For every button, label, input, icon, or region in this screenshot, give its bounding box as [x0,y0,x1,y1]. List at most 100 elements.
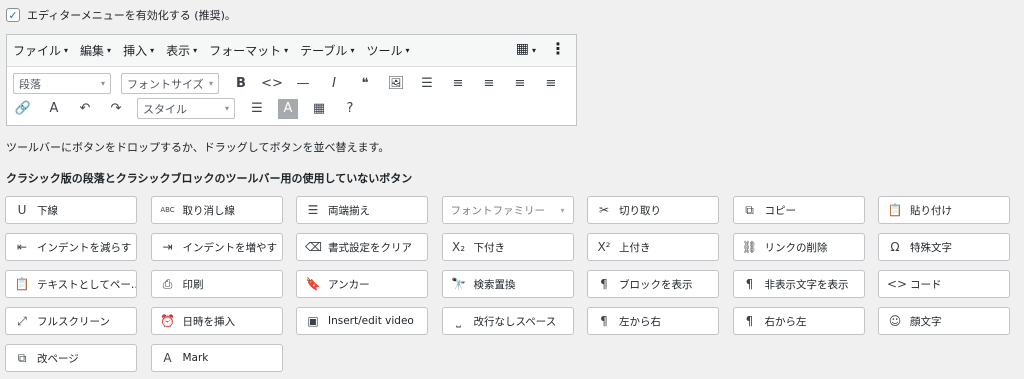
help-text: ツールバーにボタンをドロップするか、ドラッグしてボタンを並べ替えます。 [6,141,390,154]
ltr-button[interactable]: ¶ 左から右 [587,307,719,335]
horizontal-line-icon[interactable]: — [293,74,313,94]
anchor-button[interactable]: 🔖 アンカー [296,270,428,298]
button-label: 書式設定をクリア [328,241,412,254]
redo-icon[interactable]: ↷ [106,99,126,119]
outdent-button[interactable]: ⇤ インデントを減らす [5,233,137,261]
video-icon: ▣ [307,314,319,328]
menu-tools[interactable]: ツール ▾ [366,42,409,59]
rtl-icon: ¶ [745,314,754,328]
editor-menu-option[interactable]: ✓ エディターメニューを有効化する (推奨)。 [6,7,236,23]
unlink-button[interactable]: ⛓ リンクの削除 [732,233,865,261]
align-left-icon[interactable]: ≡ [479,74,499,94]
blockquote-icon[interactable]: ❝ [355,74,375,94]
show-invisibles-button[interactable]: ¶ 非表示文字を表示 [732,270,865,298]
code-icon[interactable]: <> [261,74,283,94]
align-center-icon[interactable]: ≡ [510,74,530,94]
menu-insert[interactable]: 挿入 ▾ [123,42,154,59]
fullscreen-button[interactable]: ⤢ フルスクリーン [5,307,137,335]
button-label: リンクの削除 [764,241,828,254]
paste-button[interactable]: 📋 貼り付け [878,196,1010,224]
button-label: ブロックを表示 [619,278,693,291]
menu-view[interactable]: 表示 ▾ [166,42,197,59]
menu-label: 表示 [166,44,191,58]
nonbreaking-space-button[interactable]: ⎵ 改行なしスペース [441,307,574,335]
print-button[interactable]: ⎙ 印刷 [150,270,283,298]
button-label: インデントを減らす [37,241,132,254]
button-label: フルスクリーン [37,315,110,328]
underline-button[interactable]: U 下線 [5,196,137,224]
chevron-down-icon: ▾ [350,46,355,55]
editor-preview: ファイル ▾ 編集 ▾ 挿入 ▾ 表示 ▾ フォーマット ▾ テーブル ▾ ツール ▾ ▦ ▾ ⋮ 段落 ▾ … [6,34,577,126]
insert-video-button[interactable]: ▣ Insert/edit video [296,307,428,335]
check-icon: ✓ [8,8,18,22]
subscript-button[interactable]: X₂ 下付き [441,233,574,261]
strikethrough-button[interactable]: ABC 取り消し線 [150,196,283,224]
chevron-down-icon: ▾ [208,79,213,88]
unlink-icon: ⛓ [741,240,758,254]
menu-format[interactable]: フォーマット ▾ [209,42,288,59]
insert-datetime-button[interactable]: ⏰ 日時を挿入 [150,307,283,335]
undo-icon[interactable]: ↶ [75,99,95,119]
style-select[interactable]: スタイル ▾ [137,98,235,119]
indent-button[interactable]: ⇥ インデントを増やす [150,233,283,261]
subscript-icon: X₂ [451,240,466,254]
rtl-button[interactable]: ¶ 右から左 [732,307,865,335]
table-menu-icon[interactable]: ▦ ▾ [516,41,536,57]
code-button[interactable]: <> コード [878,270,1010,298]
outdent-icon: ⇤ [16,240,28,254]
link-icon[interactable]: 🔗 [13,99,33,119]
numbered-list-icon[interactable]: ≡ [448,74,468,94]
button-label: 下付き [473,241,506,254]
cut-button[interactable]: ✂ 切り取り [587,196,719,224]
menu-edit[interactable]: 編集 ▾ [80,42,111,59]
eraser-icon: ⌫ [305,240,322,254]
image-icon[interactable]: 🖼 [386,74,406,94]
clear-formatting-button[interactable]: ⌫ 書式設定をクリア [296,233,428,261]
button-label: フォントファミリー [450,204,546,217]
toolbar-toggle-icon[interactable]: ☰ [247,99,267,119]
page-break-button[interactable]: ⧉ 改ページ [5,344,137,372]
menu-label: フォーマット [209,44,282,58]
emoticons-button[interactable]: ☺ 顔文字 [878,307,1010,335]
mark-button[interactable]: A Mark [150,344,283,372]
bold-icon[interactable]: B [231,74,251,94]
button-label: 改行なしスペース [473,315,557,328]
menu-table[interactable]: テーブル ▾ [300,42,354,59]
show-blocks-button[interactable]: ¶ ブロックを表示 [587,270,719,298]
justify-button[interactable]: ☰ 両端揃え [296,196,428,224]
bullet-list-icon[interactable]: ☰ [417,74,437,94]
special-character-button[interactable]: Ω 特殊文字 [878,233,1010,261]
nbsp-icon: ⎵ [456,313,461,328]
align-right-icon[interactable]: ≡ [541,74,561,94]
paste-as-text-button[interactable]: 📋 テキストとしてペー… [5,270,137,298]
smiley-icon: ☺ [888,314,902,328]
superscript-button[interactable]: X² 上付き [587,233,719,261]
indent-icon: ⇥ [162,240,173,254]
printer-icon: ⎙ [162,276,173,291]
help-icon[interactable]: ? [340,99,360,119]
editor-menu-checkbox[interactable]: ✓ [6,8,20,22]
font-size-select[interactable]: フォントサイズ ▾ [121,73,219,94]
paragraph-select[interactable]: 段落 ▾ [13,73,111,94]
editor-menu-checkbox-label[interactable]: エディターメニューを有効化する (推奨)。 [27,7,236,23]
button-label: アンカー [328,278,370,291]
more-options-icon[interactable]: ⋮ [550,41,566,57]
copy-button[interactable]: ⧉ コピー [732,196,865,224]
menubar-tools: ▦ ▾ ⋮ [516,41,566,58]
binoculars-icon: 🔭 [451,277,466,291]
button-label: インデントを増やす [182,241,278,254]
button-label: 左から右 [619,315,661,328]
menu-file[interactable]: ファイル ▾ [13,42,68,59]
table-icon[interactable]: ▦ [309,99,329,119]
font-family-select[interactable]: フォントファミリー ▾ [441,196,574,224]
fullscreen-icon: ⤢ [17,313,27,328]
underline-icon: U [17,203,27,217]
button-label: コピー [764,204,797,217]
button-label: 顔文字 [910,315,942,328]
toolbar-row-1: 段落 ▾ フォントサイズ ▾ B <> — I ❝ 🖼 ☰ ≡ ≡ ≡ ≡ [13,73,572,94]
text-color-icon[interactable]: A [44,99,64,119]
search-replace-button[interactable]: 🔭 検索置換 [441,270,574,298]
italic-icon[interactable]: I [324,74,344,94]
chevron-down-icon: ▾ [150,46,155,55]
background-color-icon[interactable]: A [278,98,298,119]
